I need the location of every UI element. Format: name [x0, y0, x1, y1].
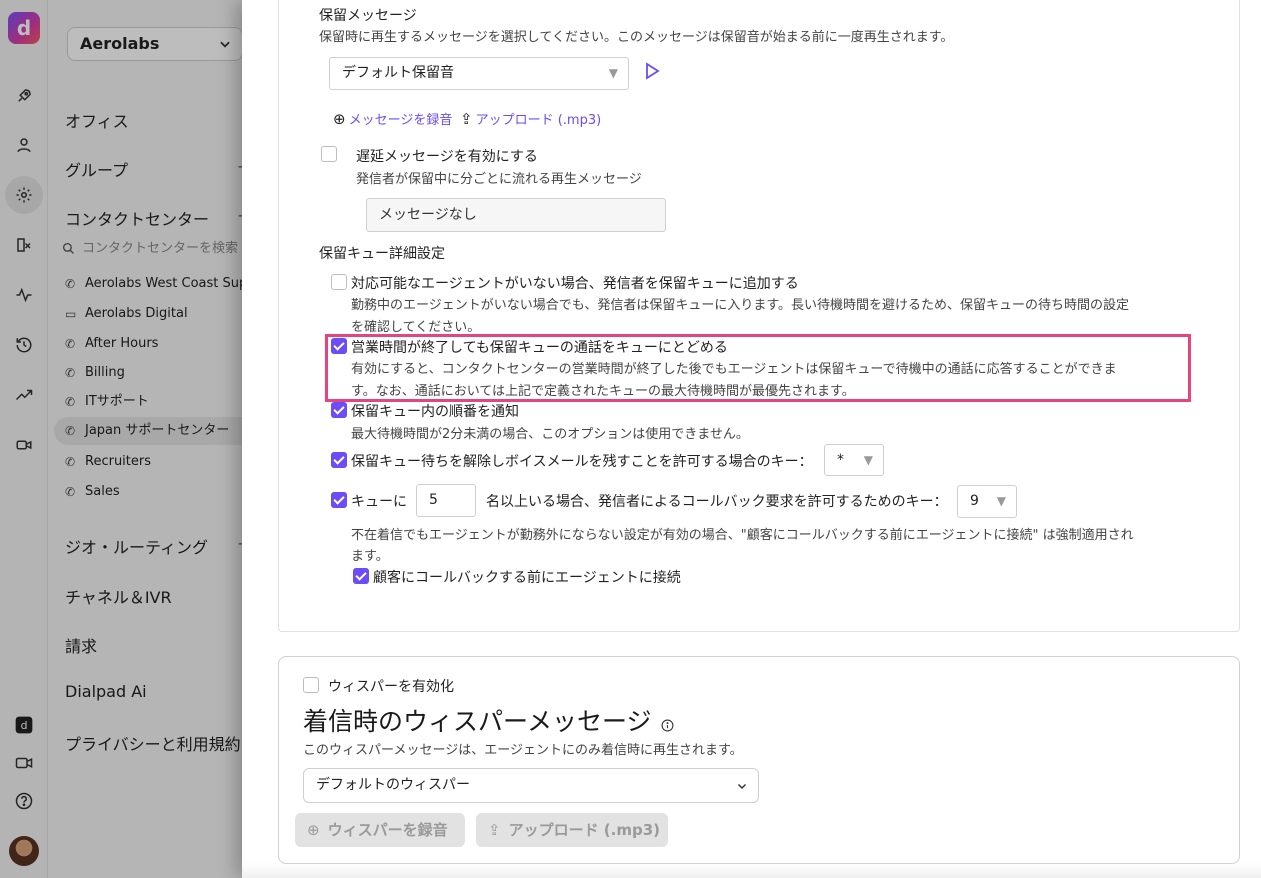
- whisper-enable-checkbox[interactable]: [303, 677, 319, 693]
- hold-message-select[interactable]: デフォルト保留音 ▼: [329, 57, 629, 90]
- hold-message-desc: 保留時に再生するメッセージを選択してください。このメッセージは保留音が始まる前に…: [319, 30, 954, 45]
- keep-queue-after-hours-label: 営業時間が終了しても保留キューの通話をキューにとどめる: [351, 340, 728, 356]
- upload-whisper-button[interactable]: ⇪ アップロード (.mp3): [476, 813, 668, 847]
- callback-count-input[interactable]: 5: [416, 484, 476, 517]
- caret-down-icon: ▼: [863, 453, 873, 467]
- record-whisper-label: ウィスパーを録音: [327, 821, 448, 839]
- queue-no-agents-label: 対応可能なエージェントがいない場合、発信者を保留キューに追加する: [351, 276, 799, 292]
- delay-message-checkbox[interactable]: [321, 146, 337, 162]
- callback-key-value: 9: [970, 493, 979, 509]
- keep-queue-after-hours-desc-2: す。なお、通話においては上記で定義されたキューの最大待機時間が最優先されます。: [351, 384, 855, 399]
- upload-message-link[interactable]: ⇪ アップロード (.mp3): [460, 109, 601, 128]
- caret-down-icon: ▼: [608, 66, 618, 80]
- plus-circle-icon: ⊕: [333, 110, 346, 128]
- plus-circle-icon: ⊕: [307, 821, 320, 839]
- delay-message-select: メッセージなし: [366, 198, 666, 232]
- hold-message-value: デフォルト保留音: [342, 65, 454, 81]
- callback-key-select[interactable]: 9 ▼: [957, 485, 1017, 518]
- hold-message-title: 保留メッセージ: [319, 8, 417, 24]
- upload-icon: ⇪: [460, 110, 473, 128]
- delay-message-desc: 発信者が保留中に分ごとに流れる再生メッセージ: [356, 172, 642, 187]
- notify-position-desc: 最大待機時間が2分未満の場合、このオプションは使用できません。: [351, 427, 749, 442]
- settings-panel: 保留メッセージ 保留時に再生するメッセージを選択してください。このメッセージは保…: [242, 0, 1261, 878]
- voicemail-key-select[interactable]: * ▼: [824, 444, 884, 476]
- record-whisper-button[interactable]: ⊕ ウィスパーを録音: [295, 813, 465, 847]
- callback-suffix: 名以上いる場合、発信者によるコールバック要求を許可するためのキー：: [486, 494, 948, 510]
- whisper-title: 着信時のウィスパーメッセージ: [303, 702, 674, 738]
- record-message-link[interactable]: ⊕ メッセージを録音: [333, 109, 452, 128]
- record-message-label: メッセージを録音: [348, 113, 453, 128]
- callback-note-2: ます。: [351, 549, 389, 564]
- queue-no-agents-checkbox[interactable]: [331, 274, 347, 290]
- whisper-value: デフォルトのウィスパー: [316, 777, 470, 793]
- caret-down-icon: ▼: [996, 494, 1006, 508]
- callback-note-1: 不在着信でもエージェントが勤務外にならない設定が有効の場合、"顧客にコールバック…: [351, 528, 1134, 543]
- queue-no-agents-desc-1: 勤務中のエージェントがいない場合でも、発信者は保留キューに入ります。長い待機時間…: [351, 298, 1130, 313]
- chevron-down-icon: [736, 769, 748, 802]
- notify-position-checkbox[interactable]: [331, 402, 347, 418]
- keep-queue-after-hours-desc-1: 有効にすると、コンタクトセンターの営業時間が終了した後でもエージェントは保留キュ…: [351, 362, 1117, 377]
- upload-whisper-label: アップロード (.mp3): [508, 821, 661, 839]
- callback-key-checkbox[interactable]: [331, 492, 347, 508]
- play-icon[interactable]: [644, 62, 660, 84]
- delay-message-label: 遅延メッセージを有効にする: [356, 149, 538, 165]
- upload-icon: ⇪: [488, 821, 501, 839]
- voicemail-key-label: 保留キュー待ちを解除しボイスメールを残すことを許可する場合のキー：: [351, 454, 813, 470]
- whisper-select[interactable]: デフォルトのウィスパー: [303, 768, 759, 803]
- queue-settings-title: 保留キュー詳細設定: [319, 246, 445, 262]
- voicemail-key-checkbox[interactable]: [331, 452, 347, 468]
- whisper-desc: このウィスパーメッセージは、エージェントにのみ着信時に再生されます。: [303, 743, 743, 758]
- info-icon[interactable]: [661, 709, 674, 738]
- notify-position-label: 保留キュー内の順番を通知: [351, 404, 519, 420]
- queue-no-agents-desc-2: を確認してください。: [351, 320, 481, 335]
- whisper-enable-label: ウィスパーを有効化: [328, 679, 454, 695]
- callback-prefix: キューに: [351, 494, 407, 510]
- scroll-fade: [242, 862, 1261, 878]
- upload-message-label: アップロード (.mp3): [475, 113, 602, 128]
- connect-agent-first-label: 顧客にコールバックする前にエージェントに接続: [373, 570, 681, 586]
- delay-message-value: メッセージなし: [379, 207, 477, 223]
- whisper-title-text: 着信時のウィスパーメッセージ: [303, 707, 652, 736]
- voicemail-key-value: *: [837, 452, 844, 468]
- keep-queue-after-hours-checkbox[interactable]: [331, 338, 347, 354]
- connect-agent-first-checkbox[interactable]: [353, 568, 369, 584]
- modal-backdrop[interactable]: [0, 0, 242, 878]
